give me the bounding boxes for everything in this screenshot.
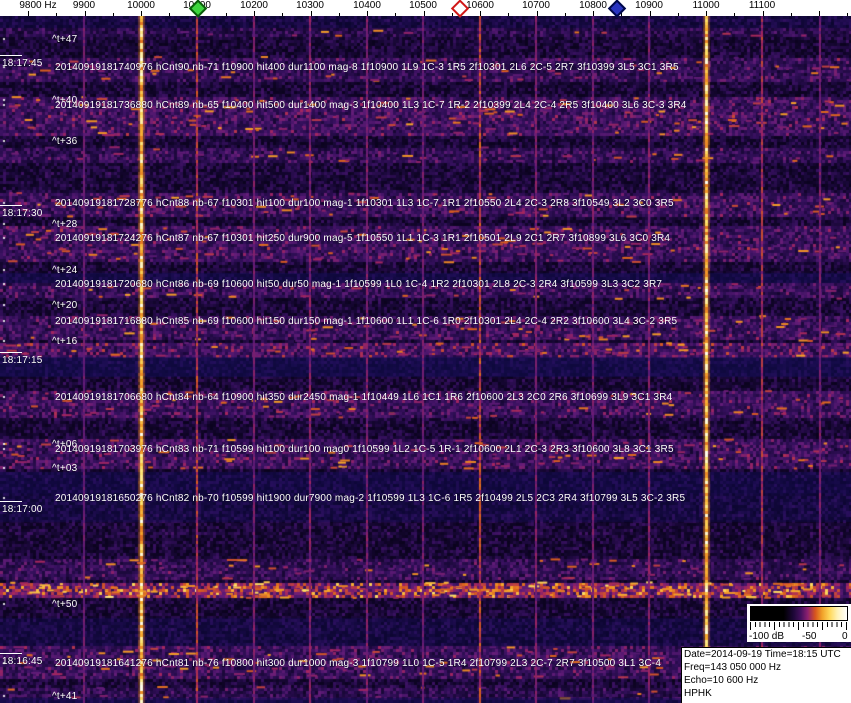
frequency-tick-label: 10200 bbox=[240, 0, 268, 11]
frequency-axis: 9800 Hz990010000101001020010300104001050… bbox=[0, 0, 851, 18]
db-scale-label: -50 bbox=[802, 631, 817, 642]
frequency-tick bbox=[847, 13, 849, 16]
frequency-tick bbox=[310, 11, 312, 16]
frequency-tick-label: 10700 bbox=[522, 0, 550, 11]
frequency-tick-label: 10900 bbox=[635, 0, 663, 11]
status-info-box: Date=2014-09-19 Time=18:15 UTC Freq=143 0… bbox=[681, 647, 851, 703]
frequency-tick bbox=[169, 13, 171, 16]
frequency-tick-label: 9800 Hz bbox=[19, 0, 57, 11]
db-scale-label: -100 dB bbox=[749, 631, 785, 642]
frequency-tick-label: 10600 bbox=[466, 0, 494, 11]
frequency-tick bbox=[564, 13, 566, 16]
frequency-tick-label: 10800 bbox=[579, 0, 607, 11]
frequency-tick bbox=[56, 13, 58, 16]
frequency-tick bbox=[593, 11, 594, 16]
frequency-tick-label: 9900 bbox=[72, 0, 96, 11]
info-line: Freq=143 050 000 Hz bbox=[684, 662, 782, 673]
frequency-tick bbox=[28, 11, 29, 16]
info-line: Date=2014-09-19 Time=18:15 UTC bbox=[684, 649, 841, 660]
frequency-tick-label: 10300 bbox=[296, 0, 324, 11]
db-scale-label: 0 bbox=[842, 631, 848, 642]
frequency-tick bbox=[423, 11, 425, 16]
info-line: Echo=10 600 Hz bbox=[684, 675, 759, 686]
frequency-tick bbox=[395, 13, 397, 16]
frequency-tick bbox=[254, 11, 255, 16]
frequency-tick bbox=[84, 11, 86, 16]
db-color-scale-legend: -100 dB -50 0 bbox=[747, 604, 851, 642]
frequency-tick bbox=[649, 11, 651, 16]
frequency-tick bbox=[762, 11, 764, 16]
frequency-tick bbox=[225, 13, 227, 16]
frequency-tick bbox=[790, 13, 792, 16]
frequency-tick bbox=[282, 13, 284, 16]
frequency-tick bbox=[338, 13, 340, 16]
frequency-tick bbox=[734, 13, 736, 16]
marker-blue-diamond[interactable] bbox=[607, 0, 627, 18]
frequency-tick-label: 11000 bbox=[692, 0, 720, 11]
frequency-tick-label: 10400 bbox=[353, 0, 381, 11]
frequency-tick bbox=[677, 13, 679, 16]
frequency-tick bbox=[451, 13, 453, 16]
spectrogram-app-window: 9800 Hz990010000101001020010300104001050… bbox=[0, 0, 851, 703]
frequency-tick bbox=[141, 11, 142, 16]
frequency-tick bbox=[819, 11, 820, 16]
frequency-tick bbox=[621, 13, 623, 16]
info-line: HPHK bbox=[684, 688, 712, 699]
waterfall-spectrogram bbox=[0, 16, 851, 703]
frequency-tick bbox=[112, 13, 114, 16]
frequency-tick bbox=[536, 11, 538, 16]
frequency-tick-label: 10500 bbox=[409, 0, 437, 11]
frequency-tick-label: 11100 bbox=[748, 0, 776, 11]
frequency-tick bbox=[706, 11, 707, 16]
frequency-tick bbox=[480, 11, 481, 16]
frequency-tick bbox=[508, 13, 510, 16]
db-scale-ruler bbox=[750, 622, 848, 630]
db-gradient-bar bbox=[750, 606, 848, 621]
frequency-tick-label: 10000 bbox=[127, 0, 155, 11]
frequency-tick bbox=[367, 11, 368, 16]
